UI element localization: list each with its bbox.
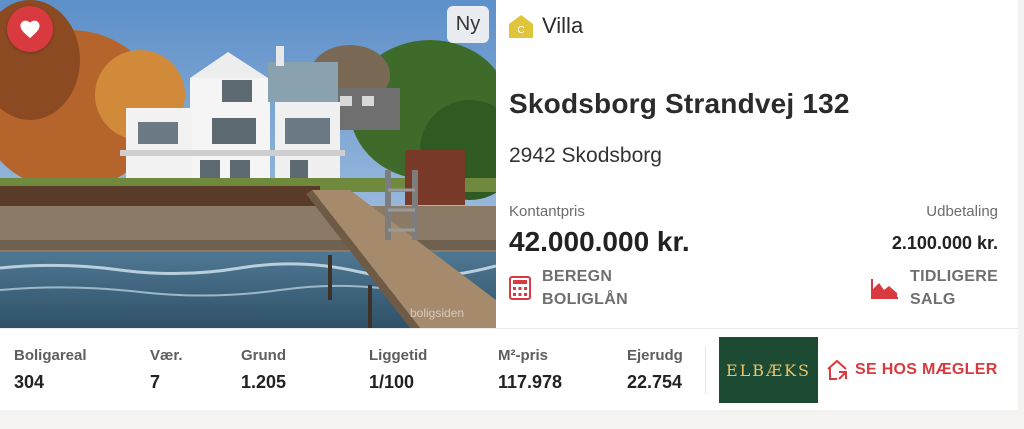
stat-rooms: Vær. 7 bbox=[150, 347, 183, 393]
stat-value: 22.754 bbox=[627, 372, 683, 392]
city-postal: 2942 Skodsborg bbox=[509, 144, 662, 167]
heart-icon bbox=[20, 20, 40, 39]
stat-owner-expense: Ejerudg 22.754 bbox=[627, 347, 683, 393]
property-card[interactable]: Ny boligsiden C Villa Skodsborg Strandve… bbox=[0, 0, 1018, 410]
energy-label-text: C bbox=[517, 25, 524, 36]
property-type-label: Villa bbox=[542, 13, 584, 38]
cash-price: 42.000.000 kr. bbox=[509, 226, 690, 257]
agent-logo[interactable]: ELBÆKS bbox=[719, 337, 818, 403]
see-at-agent-button[interactable]: SE HOS MÆGLER bbox=[826, 359, 998, 381]
stat-plot: Grund 1.205 bbox=[241, 347, 286, 393]
address-title[interactable]: Skodsborg Strandvej 132 bbox=[509, 88, 850, 120]
calculate-loan-button[interactable]: BEREGN BOLIGLÅN bbox=[509, 265, 652, 311]
property-photo[interactable]: Ny boligsiden bbox=[0, 0, 496, 328]
stat-value: 304 bbox=[14, 372, 45, 392]
photo-watermark: boligsiden bbox=[410, 306, 465, 320]
down-payment-value: 2.100.000 kr. bbox=[891, 233, 998, 253]
property-type: C Villa bbox=[508, 13, 583, 39]
new-badge: Ny bbox=[447, 6, 489, 43]
stat-label: Liggetid bbox=[369, 347, 428, 364]
stat-living-area: Boligareal 304 bbox=[14, 347, 87, 393]
stats-bar: Boligareal 304 Vær. 7 Grund 1.205 Ligget… bbox=[0, 328, 1018, 410]
calculate-loan-line2: BOLIGLÅN bbox=[542, 291, 628, 308]
area-chart-icon bbox=[871, 279, 898, 299]
stat-label: M²-pris bbox=[498, 347, 548, 364]
favorite-button[interactable] bbox=[7, 6, 53, 52]
house-photo-illustration bbox=[0, 0, 496, 328]
stat-price-per-sqm: M²-pris 117.978 bbox=[498, 347, 562, 393]
stat-value: 7 bbox=[150, 372, 161, 392]
calculator-icon bbox=[509, 276, 531, 300]
previous-sales-line1: TIDLIGERE bbox=[910, 268, 999, 285]
stats-divider bbox=[705, 346, 706, 394]
stat-value: 117.978 bbox=[498, 372, 563, 392]
stat-value: 1.205 bbox=[241, 372, 287, 392]
stat-label: Grund bbox=[241, 347, 286, 364]
down-payment-label: Udbetaling bbox=[926, 203, 998, 220]
see-at-agent-label: SE HOS MÆGLER bbox=[855, 361, 998, 378]
stat-label: Boligareal bbox=[14, 347, 87, 364]
cash-price-label: Kontantpris bbox=[509, 203, 585, 220]
stat-label: Ejerudg bbox=[627, 347, 683, 364]
calculate-loan-line1: BEREGN bbox=[542, 268, 613, 285]
stat-time-on-market: Liggetid 1/100 bbox=[369, 347, 427, 393]
previous-sales-button[interactable]: TIDLIGERE SALG bbox=[871, 265, 1020, 311]
house-link-icon bbox=[827, 359, 847, 380]
house-energy-icon: C bbox=[509, 15, 533, 38]
previous-sales-line2: SALG bbox=[910, 291, 956, 308]
stat-value: 1/100 bbox=[369, 372, 415, 392]
stat-label: Vær. bbox=[150, 347, 183, 364]
